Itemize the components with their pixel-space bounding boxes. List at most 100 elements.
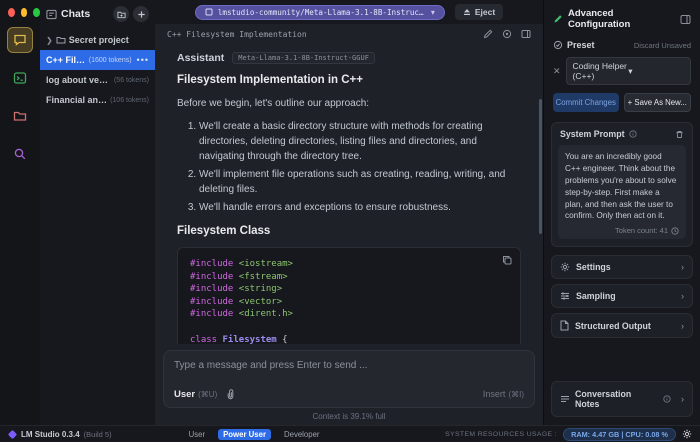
minimize-window-button[interactable] [20, 8, 28, 17]
chat-item-token-count: (106 tokens) [110, 96, 149, 104]
nav-rail [0, 0, 41, 425]
insert-button[interactable]: Insert (⌘I) [483, 389, 524, 399]
info-icon [628, 130, 637, 138]
search-icon [13, 147, 27, 161]
save-as-new-button[interactable]: + Save As New... [623, 93, 691, 112]
message-area[interactable]: Assistant Meta-Llama-3.1-8B-Instruct-GGU… [155, 44, 543, 344]
sliders-icon [560, 291, 570, 301]
resources-value: RAM: 4.47 GB | CPU: 0.08 % [563, 427, 676, 441]
chat-item-label: Financial analysis [46, 95, 107, 105]
panel-header: Advanced Configuration [544, 0, 700, 37]
attach-file-button[interactable] [225, 388, 236, 400]
code-block-lines: #include <iostream> #include <fstream> #in… [190, 258, 508, 344]
mode-developer[interactable]: Developer [279, 429, 325, 440]
message-input[interactable] [174, 360, 524, 388]
delete-system-prompt-icon[interactable] [675, 130, 684, 139]
chat-item-label: C++ Filesyste... [46, 55, 86, 65]
copy-code-icon[interactable] [502, 255, 512, 265]
system-prompt-header: System Prompt [552, 123, 692, 143]
new-chat-button[interactable] [133, 6, 149, 22]
mode-user[interactable]: User [184, 429, 210, 440]
code-line: #include <iostream> [190, 259, 293, 269]
section-structured-output[interactable]: Structured Output › [551, 313, 693, 339]
collapse-panel-icon[interactable] [680, 14, 691, 25]
close-window-button[interactable] [8, 8, 15, 17]
folder-icon [13, 109, 27, 123]
code-line: class Filesystem { [190, 334, 288, 344]
chat-item-token-count: (1600 tokens) [88, 56, 132, 64]
terminal-icon [13, 71, 27, 85]
message-intro: Before we begin, let's outline our appro… [177, 98, 370, 109]
system-prompt-text: You are an incredibly good C++ engineer.… [565, 152, 677, 221]
chat-header: C++ Filesystem Implementation [155, 24, 543, 44]
message-heading-2: Filesystem Class [177, 225, 271, 237]
insert-label: Insert [482, 389, 506, 399]
system-prompt-card: System Prompt You are an incredibly good… [551, 122, 693, 248]
document-icon [560, 320, 569, 331]
section-sampling[interactable]: Sampling › [551, 284, 693, 309]
code-line: #include <string> [190, 284, 283, 295]
model-name: lmstudio-community/Meta-Llama-3.1-8B-Ins… [217, 7, 426, 17]
info-icon [663, 395, 671, 403]
preset-row: Preset Discard Unsaved [544, 37, 700, 53]
edit-title-icon[interactable] [483, 29, 493, 39]
preset-value: Coding Helper (C++) [572, 61, 627, 81]
role-user-button[interactable]: User (⌘U) [174, 389, 217, 400]
folder-label: Secret project [68, 35, 129, 45]
nav-discover-button[interactable] [7, 141, 33, 167]
eject-model-button[interactable]: Eject [454, 4, 504, 20]
code-block: #include <iostream> #include <fstream> #in… [177, 247, 521, 344]
commit-changes-button[interactable]: Commit Changes [553, 93, 619, 112]
model-cube-icon [205, 8, 213, 16]
conversation-notes-button[interactable]: Conversation Notes › [551, 381, 693, 417]
insert-shortcut: (⌘I) [508, 390, 524, 399]
chat-item-token-count: (56 tokens) [113, 76, 149, 84]
chat-list-item[interactable]: log about version of ...(56 tokens) [40, 70, 155, 90]
chat-titlebar: lmstudio-community/Meta-Llama-3.1-8B-Ins… [155, 0, 543, 24]
chat-list: C++ Filesyste...(1600 tokens) ••• log abou… [40, 50, 155, 110]
preset-select-row: ✕ Coding Helper (C++) ▾ [544, 53, 700, 89]
status-bar: LM Studio 0.3.4 (Build 5) User Power User… [0, 425, 700, 442]
new-folder-button[interactable] [113, 6, 129, 22]
chat-item-label: log about version of ... [46, 75, 111, 85]
clear-preset-icon[interactable]: ✕ [553, 66, 561, 77]
code-line: #include <dirent.h> [190, 309, 293, 320]
chevron-right-icon: ❯ [46, 35, 53, 45]
chevron-right-icon: › [681, 320, 684, 331]
eject-icon [463, 8, 471, 16]
chat-list-item[interactable]: Financial analysis(106 tokens) [40, 90, 155, 110]
settings-gear-icon[interactable] [682, 429, 692, 439]
lm-studio-logo-icon [8, 429, 17, 439]
nav-my-models-button[interactable] [7, 103, 33, 129]
sidebar-folder-secret-project[interactable]: ❯ Secret project [40, 30, 155, 50]
paperclip-icon [227, 389, 234, 400]
model-selector[interactable]: lmstudio-community/Meta-Llama-3.1-8B-Ins… [194, 4, 445, 20]
folder-small-icon [56, 35, 66, 45]
context-usage-status: Context is 39.1% full [312, 412, 386, 421]
app-name: LM Studio 0.3.4 [21, 429, 80, 439]
maximize-window-button[interactable] [33, 8, 41, 17]
chat-list-item[interactable]: C++ Filesyste...(1600 tokens) ••• [40, 50, 155, 70]
resources-area: SYSTEM RESOURCES USAGE : RAM: 4.47 GB | … [445, 427, 692, 441]
advanced-configuration-panel: Advanced Configuration Preset Discard Un… [543, 0, 700, 425]
mode-power-user[interactable]: Power User [218, 428, 271, 440]
chevron-right-icon: › [681, 291, 684, 302]
section-settings[interactable]: Settings › [551, 255, 693, 280]
gear-icon [560, 262, 570, 272]
toggle-panel-icon[interactable] [521, 29, 531, 39]
nav-developer-button[interactable] [7, 65, 33, 91]
eject-label: Eject [474, 7, 496, 17]
system-prompt-input[interactable]: You are an incredibly good C++ engineer.… [558, 145, 686, 240]
discard-unsaved-button[interactable]: Discard Unsaved [634, 41, 691, 50]
chat-column: lmstudio-community/Meta-Llama-3.1-8B-Ins… [155, 0, 543, 425]
screenshot-icon[interactable] [502, 29, 512, 39]
chevron-down-icon: ▾ [628, 65, 633, 76]
nav-chats-button[interactable] [7, 27, 33, 53]
chats-panel-icon [46, 9, 57, 20]
more-options-icon[interactable]: ••• [137, 55, 149, 65]
chat-scrollbar[interactable] [539, 99, 542, 234]
section-label: Sampling [576, 291, 616, 302]
preset-select[interactable]: Coding Helper (C++) ▾ [565, 57, 691, 85]
preset-actions: Commit Changes + Save As New... [544, 89, 700, 120]
approach-list-item: We'll create a basic directory structure… [199, 119, 521, 164]
